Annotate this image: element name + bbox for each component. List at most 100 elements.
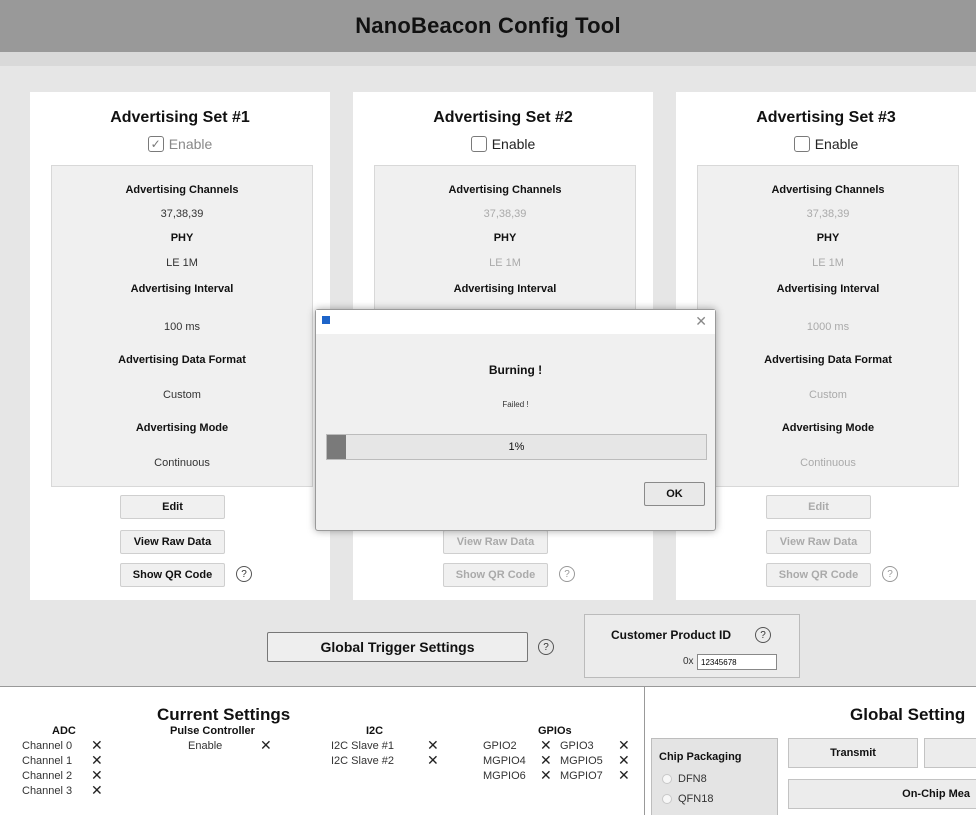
phy-value: LE 1M	[812, 257, 844, 269]
chip-packaging-group: Chip Packaging DFN8 QFN18	[651, 738, 778, 815]
radio-dfn8-label: DFN8	[678, 773, 707, 785]
close-icon[interactable]: ✕	[695, 313, 707, 330]
customer-product-id-input[interactable]	[697, 654, 777, 670]
show-qr-code-button[interactable]: Show QR Code	[443, 563, 548, 587]
view-raw-data-button[interactable]: View Raw Data	[766, 530, 871, 554]
x-mark-icon: ✕	[427, 752, 439, 768]
burn-progress-bar: 1%	[326, 434, 707, 460]
help-icon[interactable]: ?	[538, 639, 554, 655]
help-icon[interactable]: ?	[236, 566, 252, 582]
ok-button[interactable]: OK	[644, 482, 705, 506]
i2c-title: I2C	[366, 725, 384, 737]
radio-qfn18[interactable]: QFN18	[662, 793, 713, 805]
interval-label: Advertising Interval	[776, 283, 880, 295]
channels-label: Advertising Channels	[125, 184, 239, 196]
advertising-set-3-title: Advertising Set #3	[756, 109, 896, 126]
advertising-set-1-panel: Advertising Set #1 ✓ Enable Advertising …	[30, 92, 330, 600]
i2c-slave-2: I2C Slave #2	[331, 755, 394, 767]
x-mark-icon: ✕	[618, 767, 630, 783]
help-icon[interactable]: ?	[882, 566, 898, 582]
transmit-button[interactable]: Transmit	[788, 738, 918, 768]
app-icon	[322, 316, 330, 324]
advertising-set-2-title: Advertising Set #2	[433, 109, 573, 126]
gpio3: GPIO3	[560, 740, 594, 752]
radio-dfn8[interactable]: DFN8	[662, 773, 707, 785]
edit-button[interactable]: Edit	[120, 495, 225, 519]
interval-value: 1000 ms	[806, 321, 850, 333]
help-icon[interactable]: ?	[755, 627, 771, 643]
enable-label: Enable	[491, 136, 536, 152]
customer-product-id-label: Customer Product ID	[611, 628, 732, 642]
interval-label: Advertising Interval	[453, 283, 557, 295]
checkmark-icon[interactable]: ✓	[147, 136, 164, 152]
phy-label: PHY	[170, 232, 194, 244]
global-trigger-settings-button[interactable]: Global Trigger Settings	[267, 632, 528, 662]
enable-label: Enable	[814, 136, 859, 152]
view-raw-data-button[interactable]: View Raw Data	[120, 530, 225, 554]
progress-text: 1%	[508, 441, 525, 453]
mgpio7: MGPIO7	[560, 770, 603, 782]
channels-value: 37,38,39	[806, 208, 850, 220]
gpio2: GPIO2	[483, 740, 517, 752]
show-qr-code-button[interactable]: Show QR Code	[766, 563, 871, 587]
x-mark-icon: ✕	[91, 782, 103, 798]
mode-value: Continuous	[154, 457, 210, 469]
section-divider	[644, 687, 645, 815]
view-raw-data-button[interactable]: View Raw Data	[443, 530, 548, 554]
hex-prefix: 0x	[683, 656, 694, 667]
channels-label: Advertising Channels	[448, 184, 562, 196]
adc-channel-2: Channel 2	[22, 770, 73, 782]
advertising-set-1-enable[interactable]: ✓ Enable	[30, 136, 330, 152]
x-mark-icon: ✕	[540, 767, 552, 783]
chip-packaging-label: Chip Packaging	[659, 751, 742, 763]
interval-label: Advertising Interval	[130, 283, 234, 295]
mode-label: Advertising Mode	[135, 422, 229, 434]
customer-product-id-group: Customer Product ID ? 0x	[584, 614, 800, 678]
edit-button[interactable]: Edit	[766, 495, 871, 519]
advertising-set-3-summary: Advertising Channels 37,38,39 PHY LE 1M …	[697, 165, 959, 487]
app-title-bar: NanoBeacon Config Tool	[0, 0, 976, 52]
app-title: NanoBeacon Config Tool	[355, 13, 621, 38]
phy-label: PHY	[493, 232, 517, 244]
advertising-set-3-panel: Advertising Set #3 Enable Advertising Ch…	[676, 92, 976, 600]
enable-label: Enable	[168, 136, 213, 152]
mgpio5: MGPIO5	[560, 755, 603, 767]
pulse-enable: Enable	[188, 740, 223, 752]
bottom-settings-area: Current Settings ADC Channel 0 ✕ Channel…	[0, 686, 976, 815]
toolbar-strip	[0, 52, 976, 66]
x-mark-icon: ✕	[260, 737, 272, 753]
advertising-set-1-summary: Advertising Channels 37,38,39 PHY LE 1M …	[51, 165, 313, 487]
mgpio6: MGPIO6	[483, 770, 526, 782]
adc-title: ADC	[52, 725, 76, 737]
on-chip-measurement-button[interactable]: On-Chip Mea	[788, 779, 976, 809]
format-label: Advertising Data Format	[118, 354, 246, 366]
channels-label: Advertising Channels	[771, 184, 885, 196]
pulse-controller-title: Pulse Controller	[170, 725, 255, 737]
advertising-set-2-enable[interactable]: Enable	[353, 136, 653, 152]
toolbar-button-partial[interactable]	[924, 738, 976, 768]
channels-value: 37,38,39	[160, 208, 204, 220]
mgpio4: MGPIO4	[483, 755, 526, 767]
radio-icon[interactable]	[662, 774, 672, 784]
radio-qfn18-label: QFN18	[678, 793, 714, 805]
radio-icon[interactable]	[662, 794, 672, 804]
interval-value: 100 ms	[163, 321, 201, 333]
i2c-slave-1: I2C Slave #1	[331, 740, 394, 752]
channels-value: 37,38,39	[483, 208, 527, 220]
show-qr-code-button[interactable]: Show QR Code	[120, 563, 225, 587]
current-settings-title: Current Settings	[157, 705, 291, 724]
checkbox-icon[interactable]	[470, 136, 487, 152]
gpios-title: GPIOs	[538, 725, 572, 737]
advertising-set-3-enable[interactable]: Enable	[676, 136, 976, 152]
help-icon[interactable]: ?	[559, 566, 575, 582]
mode-label: Advertising Mode	[781, 422, 875, 434]
format-value: Custom	[809, 389, 847, 401]
dialog-title: Burning !	[488, 363, 543, 377]
phy-label: PHY	[816, 232, 840, 244]
dialog-header: ✕	[316, 310, 715, 334]
adc-channel-1: Channel 1	[22, 755, 73, 767]
phy-value: LE 1M	[489, 257, 521, 269]
burning-dialog: ✕ Burning ! Failed ! 1% OK	[315, 309, 716, 531]
checkbox-icon[interactable]	[793, 136, 810, 152]
global-settings-title: Global Setting	[850, 705, 966, 724]
